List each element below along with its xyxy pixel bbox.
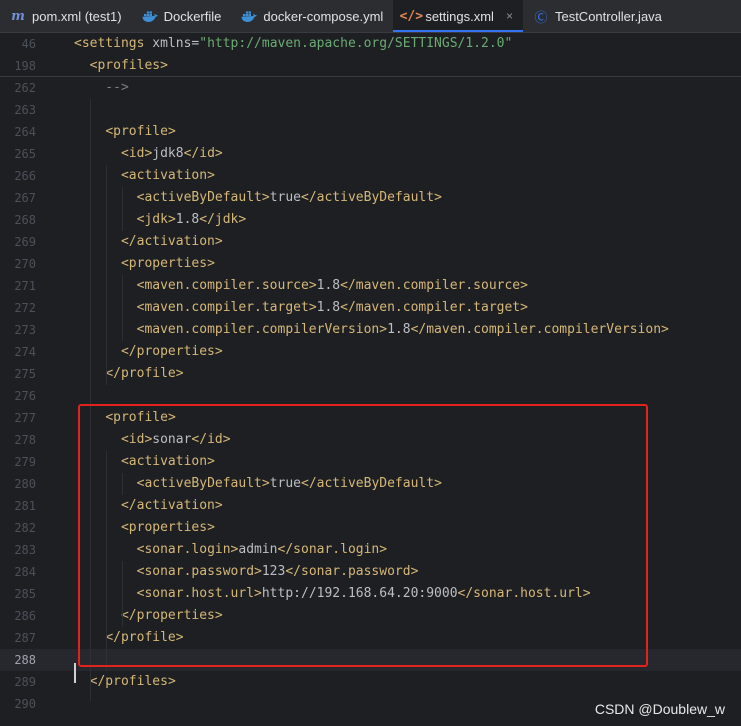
line-number: 198	[14, 59, 36, 73]
code-line[interactable]: 268 <jdk>1.8</jdk>	[0, 209, 741, 231]
line-number: 269	[14, 235, 36, 249]
class-icon: Ⓒ	[534, 9, 548, 25]
code-text: <jdk>1.8</jdk>	[136, 212, 247, 227]
code-editor[interactable]: 262 --> 263 264 <profile> 265 <id>jdk8</id>…	[0, 33, 741, 726]
tab-dockerfile[interactable]: Dockerfile	[132, 0, 232, 32]
tab-docker-compose-yml[interactable]: docker-compose.yml	[231, 0, 393, 32]
tab-label: TestController.java	[554, 8, 662, 24]
line-number: 288	[14, 653, 36, 667]
line-number: 278	[14, 433, 36, 447]
code-line[interactable]: 262 -->	[0, 77, 741, 99]
tab-pom-xml-test1[interactable]: m pom.xml (test1)	[0, 0, 132, 32]
sonar-profile-highlight	[78, 404, 648, 667]
docker-icon	[241, 8, 258, 24]
line-number: 283	[14, 543, 36, 557]
code-line[interactable]: 275 </profile>	[0, 363, 741, 385]
tab-label: docker-compose.yml	[263, 8, 384, 24]
code-line[interactable]: 263	[0, 99, 741, 121]
line-number: 282	[14, 521, 36, 535]
line-number: 262	[14, 81, 36, 95]
line-number: 279	[14, 455, 36, 469]
code-line[interactable]: 266 <activation>	[0, 165, 741, 187]
code-line[interactable]: 265 <id>jdk8</id>	[0, 143, 741, 165]
line-number: 265	[14, 147, 36, 161]
line-number: 287	[14, 631, 36, 645]
code-text: </activation>	[120, 234, 223, 249]
line-number: 264	[14, 125, 36, 139]
code-text: <properties>	[120, 256, 215, 271]
line-number: 277	[14, 411, 36, 425]
tab-label: settings.xml	[425, 8, 494, 24]
code-line[interactable]: 274 </properties>	[0, 341, 741, 363]
indent-guide	[122, 187, 123, 231]
code-text: <maven.compiler.source>1.8</maven.compil…	[136, 278, 528, 293]
code-line[interactable]: 273 <maven.compiler.compilerVersion>1.8<…	[0, 319, 741, 341]
indent-guide	[122, 275, 123, 341]
line-number: 290	[14, 697, 36, 711]
code-text: <maven.compiler.target>1.8</maven.compil…	[136, 300, 528, 315]
code-text: <profiles>	[89, 58, 168, 73]
line-number: 276	[14, 389, 36, 403]
line-number: 275	[14, 367, 36, 381]
code-text: </properties>	[120, 344, 223, 359]
line-number: 289	[14, 675, 36, 689]
code-text: <activeByDefault>true</activeByDefault>	[136, 190, 442, 205]
line-number: 281	[14, 499, 36, 513]
xml-icon: </>	[399, 8, 424, 24]
close-tab-icon[interactable]: ×	[506, 9, 513, 23]
code-line[interactable]: 270 <properties>	[0, 253, 741, 275]
code-text: <activation>	[120, 168, 215, 183]
text-caret	[74, 663, 76, 683]
code-line[interactable]: 267 <activeByDefault>true</activeByDefau…	[0, 187, 741, 209]
line-number: 280	[14, 477, 36, 491]
sticky-scroll-header[interactable]: 46 <settings xmlns="http://maven.apache.o…	[0, 33, 741, 77]
line-number: 46	[21, 37, 36, 51]
code-text: <id>jdk8</id>	[120, 146, 223, 161]
tab-testcontroller-java[interactable]: Ⓒ TestController.java	[523, 0, 672, 32]
line-number: 263	[14, 103, 36, 117]
line-number: 286	[14, 609, 36, 623]
watermark: CSDN @Doublew_w	[594, 701, 725, 717]
tab-label: Dockerfile	[163, 8, 222, 24]
code-line[interactable]: 264 <profile>	[0, 121, 741, 143]
code-line[interactable]: 46 <settings xmlns="http://maven.apache.o…	[0, 33, 741, 55]
line-number: 272	[14, 301, 36, 315]
editor-tab-bar: m pom.xml (test1) Dockerfile docker-compose…	[0, 0, 741, 33]
line-number: 266	[14, 169, 36, 183]
code-line[interactable]: 271 <maven.compiler.source>1.8</maven.co…	[0, 275, 741, 297]
line-number: 267	[14, 191, 36, 205]
line-number: 274	[14, 345, 36, 359]
code-text: <settings xmlns="http://maven.apache.org…	[74, 36, 513, 51]
indent-guide	[106, 165, 107, 385]
line-number: 271	[14, 279, 36, 293]
line-number: 284	[14, 565, 36, 579]
line-number: 273	[14, 323, 36, 337]
code-line[interactable]: 272 <maven.compiler.target>1.8</maven.co…	[0, 297, 741, 319]
line-number: 285	[14, 587, 36, 601]
tab-settings-xml[interactable]: </> settings.xml ×	[393, 0, 523, 32]
code-line[interactable]: 289 </profiles>	[0, 671, 741, 693]
maven-icon: m	[11, 8, 25, 24]
line-number: 270	[14, 257, 36, 271]
docker-icon	[142, 8, 158, 24]
code-line[interactable]: 198 <profiles>	[0, 55, 741, 77]
tab-label: pom.xml (test1)	[32, 8, 122, 24]
code-text: -->	[74, 80, 129, 95]
code-line[interactable]: 269 </activation>	[0, 231, 741, 253]
code-text: <maven.compiler.compilerVersion>1.8</mav…	[136, 322, 669, 337]
line-number: 268	[14, 213, 36, 227]
